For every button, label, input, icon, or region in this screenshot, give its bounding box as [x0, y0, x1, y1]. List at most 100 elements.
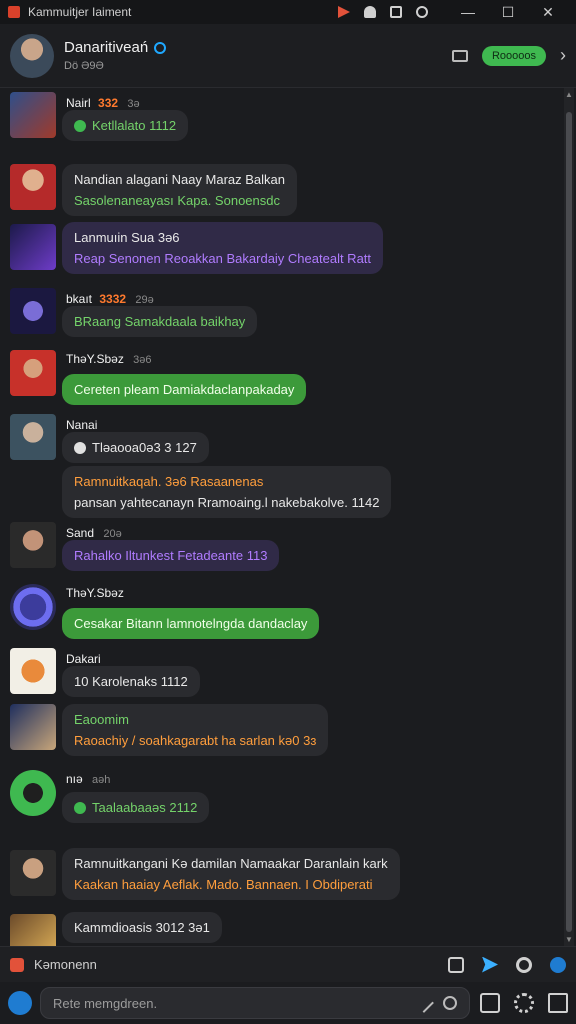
message-text: Taalaabaaəs 2112 — [92, 800, 198, 815]
gear-icon[interactable] — [514, 993, 534, 1013]
author-name: bkaıt — [66, 292, 93, 306]
message-text: Rahalko Iltunkest Fetadeante 113 — [74, 548, 268, 563]
message-bubble[interactable]: Eaoomim Raoachiy / soahkagarabt ha sarla… — [62, 704, 329, 756]
message-bubble[interactable]: 10 Karolenaks 1112 — [62, 666, 200, 697]
app-logo-icon[interactable] — [8, 991, 32, 1015]
settings-icon[interactable] — [516, 956, 532, 973]
header-action-button[interactable]: Rooooos — [481, 45, 546, 66]
minimize-button[interactable]: — — [448, 4, 488, 21]
message-meta: 3ə — [127, 98, 140, 110]
message-text: Cereten pleam Damiakdaclanpakaday — [74, 382, 295, 397]
avatar[interactable] — [10, 850, 56, 896]
expand-icon[interactable] — [548, 993, 568, 1013]
message-bubble[interactable]: Nandian alagani Naay Maraz Balkan Sasole… — [62, 164, 298, 216]
avatar[interactable] — [10, 92, 56, 138]
maximize-button[interactable]: ☐ — [488, 4, 528, 21]
author-tag: 3332 — [99, 292, 127, 306]
message-text: Ramnuitkaqah. 3ə6 Rasaanenas — [74, 474, 264, 489]
message-meta: 20ə — [103, 528, 122, 540]
message-text: Nandian alagani Naay Maraz Balkan — [74, 172, 286, 187]
header-avatar[interactable] — [10, 33, 54, 78]
send-arrow-icon[interactable] — [482, 956, 498, 973]
message-bubble[interactable]: Kammdioasis 3012 3ə1 — [62, 912, 222, 943]
author-name: ThəY.Sbəz — [66, 352, 124, 366]
app-icon — [8, 6, 20, 18]
message-bubble[interactable]: Ramnuitkaqah. 3ə6 Rasaanenas pansan yaht… — [62, 466, 392, 518]
message-text: Kammdioasis 3012 3ə1 — [74, 920, 210, 935]
channel-subtitle: Dö Ə9Ə — [64, 60, 104, 72]
feed-scrollbar[interactable]: ▲ ▼ — [564, 88, 574, 946]
author-name: Nairl — [66, 96, 91, 110]
status-dot-icon — [74, 802, 86, 814]
message-bubble[interactable]: Lanmuıin Sua 3ə6 Reap Senonen Reoakkan B… — [62, 222, 384, 274]
author-name: Eaoomim — [74, 712, 129, 727]
avatar[interactable] — [10, 288, 56, 334]
avatar[interactable] — [10, 584, 56, 630]
author-name: ThəY.Sbəz — [66, 586, 124, 600]
message-bubble[interactable]: Tləaooa0ə3 3 127 — [62, 432, 209, 463]
checkbox-icon[interactable] — [480, 993, 500, 1013]
window-toggle-icon[interactable] — [451, 49, 468, 62]
message-bubble[interactable]: Rahalko Iltunkest Fetadeante 113 — [62, 540, 280, 571]
message-text: Lanmuıin Sua 3ə6 — [74, 230, 180, 245]
message-bubble[interactable]: Cereten pleam Damiakdaclanpakaday — [62, 374, 307, 405]
channel-name: Danaritiveań — [64, 39, 149, 56]
message-meta: aəh — [92, 774, 111, 786]
image-icon[interactable] — [448, 956, 464, 973]
message-text: BRaang Samakdaala baikhay — [74, 314, 246, 329]
message-text: Tləaooa0ə3 3 127 — [92, 440, 197, 455]
author-name: Dakari — [66, 652, 101, 666]
status-dot-icon — [74, 120, 86, 132]
message-text: Raoachiy / soahkagarabt ha sarlan kə0 3ɜ — [74, 733, 317, 748]
avatar[interactable] — [10, 350, 56, 396]
message-bubble[interactable]: BRaang Samakdaala baikhay — [62, 306, 258, 337]
clock-icon — [74, 442, 86, 454]
message-text: Sasolenaneayası Kapa. Sonoensdc — [74, 193, 280, 208]
message-meta: 3ə6 — [133, 354, 152, 366]
message-input[interactable]: Rete memgdreen. — [40, 987, 470, 1019]
message-meta: 29ə — [135, 294, 154, 306]
avatar[interactable] — [10, 224, 56, 270]
scroll-down-icon[interactable]: ▼ — [564, 935, 574, 944]
avatar[interactable] — [10, 770, 56, 816]
avatar[interactable] — [10, 164, 56, 210]
user-icon[interactable] — [416, 6, 428, 18]
author-name: nıə — [66, 772, 83, 786]
pin-icon[interactable] — [338, 6, 350, 18]
message-text: Kaakan haaiay Aeflak. Mado. Bannaen. I O… — [74, 877, 373, 892]
attach-icon[interactable] — [10, 957, 24, 972]
author-name: Sand — [66, 526, 95, 540]
message-bubble[interactable]: Ketllalato 1112 — [62, 110, 189, 141]
bell-icon[interactable] — [364, 6, 376, 18]
chat-header: Danaritiveań Dö Ə9Ə Rooooos › — [0, 24, 576, 88]
message-bubble[interactable]: Cesakar Bitann lamnotelngda dandaclay — [62, 608, 320, 639]
message-bubble[interactable]: Ramnuitkangani Kə damilan Namaakar Daran… — [62, 848, 400, 900]
avatar[interactable] — [10, 914, 56, 946]
mention-label[interactable]: Kəmonenn — [34, 957, 448, 972]
emoji-icon[interactable] — [443, 996, 457, 1010]
author-tag: 332 — [98, 96, 119, 110]
message-text: pansan yahtecanayn Rramoaing.l nakebakol… — [74, 495, 380, 510]
author-name: Nanai — [66, 418, 98, 432]
verified-icon — [154, 41, 167, 54]
message-text: Reap Senonen Reoakkan Bakardaiy Cheateal… — [74, 251, 372, 266]
message-input-placeholder: Rete memgdreen. — [53, 995, 158, 1011]
message-bubble[interactable]: Taalaabaaəs 2112 — [62, 792, 210, 823]
scrollbar-thumb[interactable] — [566, 112, 572, 932]
message-feed[interactable]: Nairl 332 3ə Ketllalato 1112 Nandian ala… — [0, 88, 562, 946]
forward-arrow-icon[interactable]: › — [560, 45, 566, 66]
pen-icon[interactable] — [414, 993, 434, 1013]
message-composer: Rete memgdreen. — [0, 982, 576, 1024]
avatar[interactable] — [10, 648, 56, 694]
close-button[interactable]: ✕ — [528, 4, 568, 21]
composer-toolbar: Kəmonenn — [0, 946, 576, 982]
avatar[interactable] — [10, 414, 56, 460]
message-text: Ketllalato 1112 — [92, 118, 177, 133]
avatar[interactable] — [10, 522, 56, 568]
user-badge-icon[interactable] — [550, 956, 566, 973]
screen-icon[interactable] — [390, 6, 402, 18]
message-text: Cesakar Bitann lamnotelngda dandaclay — [74, 616, 308, 631]
message-text: Ramnuitkangani Kə damilan Namaakar Daran… — [74, 856, 388, 871]
scroll-up-icon[interactable]: ▲ — [564, 90, 574, 99]
avatar[interactable] — [10, 704, 56, 750]
